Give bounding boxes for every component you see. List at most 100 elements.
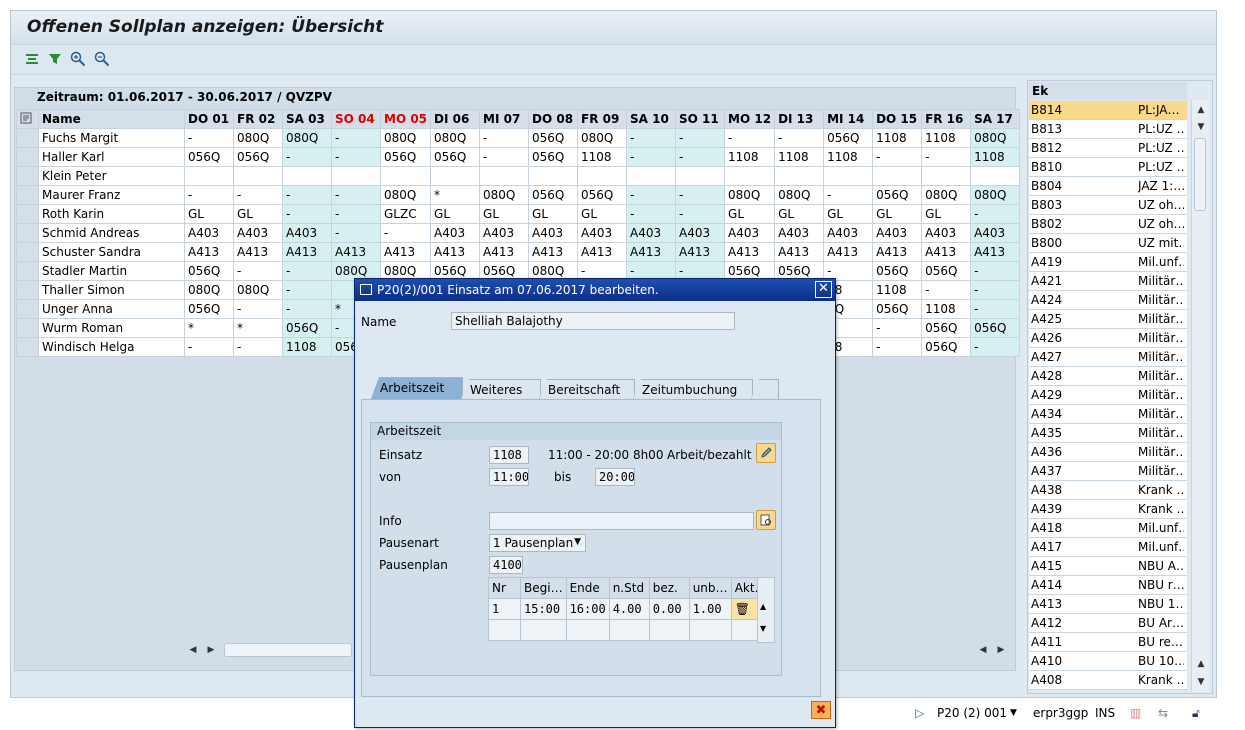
schedule-cell[interactable]: 056Q xyxy=(823,128,874,148)
pause-cell[interactable] xyxy=(648,619,690,641)
pause-column-header[interactable]: Nr xyxy=(488,577,521,599)
schedule-cell[interactable]: GL xyxy=(823,204,874,224)
schedule-cell[interactable]: 080Q xyxy=(774,185,825,205)
schedule-cell[interactable]: 056Q xyxy=(872,185,923,205)
employee-name[interactable]: Roth Karin xyxy=(38,204,185,224)
schedule-cell[interactable]: A413 xyxy=(921,242,972,262)
schedule-cell[interactable]: - xyxy=(282,299,332,319)
schedule-cell[interactable] xyxy=(479,166,530,186)
pause-cell[interactable]: 1 xyxy=(488,598,521,620)
schedule-cell[interactable]: 1108 xyxy=(823,147,874,167)
schedule-cell[interactable]: - xyxy=(626,147,677,167)
schedule-cell[interactable]: A413 xyxy=(626,242,677,262)
schedule-cell[interactable]: * xyxy=(430,185,481,205)
employee-name[interactable]: Schuster Sandra xyxy=(38,242,185,262)
cancel-button[interactable]: ✖ xyxy=(811,701,831,719)
employee-name[interactable]: Stadler Martin xyxy=(38,261,185,281)
schedule-cell[interactable]: 056Q xyxy=(528,185,579,205)
schedule-cell[interactable]: 1108 xyxy=(282,337,332,357)
name-field[interactable]: Shelliah Balajothy xyxy=(451,312,735,330)
schedule-cell[interactable]: - xyxy=(970,261,1021,281)
employee-name[interactable]: Thaller Simon xyxy=(38,280,185,300)
schedule-cell[interactable]: 056Q xyxy=(921,261,972,281)
tab-weiteres[interactable]: Weiteres xyxy=(461,379,541,399)
scroll-up-icon[interactable]: ▲ xyxy=(1194,103,1208,117)
pause-column-header[interactable]: unb… xyxy=(688,577,732,599)
horizontal-scroll-thumb[interactable] xyxy=(224,643,352,657)
schedule-cell[interactable]: - xyxy=(282,280,332,300)
schedule-cell[interactable]: 056Q xyxy=(577,185,628,205)
pause-column-header[interactable]: n.Std xyxy=(608,577,650,599)
schedule-cell[interactable]: - xyxy=(233,185,283,205)
schedule-cell[interactable]: A403 xyxy=(528,223,579,243)
schedule-cell[interactable]: 056Q xyxy=(528,147,579,167)
schedule-cell[interactable]: A403 xyxy=(233,223,283,243)
session-info[interactable]: P20 (2) 001 xyxy=(937,706,1007,720)
schedule-cell[interactable]: - xyxy=(626,204,677,224)
table-row[interactable]: Klein Peter xyxy=(16,166,1021,186)
schedule-cell[interactable]: 056Q xyxy=(921,318,972,338)
schedule-cell[interactable]: 056Q xyxy=(528,128,579,148)
schedule-cell[interactable]: 080Q xyxy=(970,128,1021,148)
schedule-cell[interactable]: 080Q xyxy=(430,128,481,148)
schedule-cell[interactable] xyxy=(724,166,776,186)
chart-icon[interactable]: ▥ xyxy=(1130,706,1141,720)
schedule-cell[interactable]: A403 xyxy=(724,223,776,243)
pausenart-select[interactable]: 1 Pausenplan ▼ xyxy=(489,534,586,552)
schedule-cell[interactable]: 056Q xyxy=(184,299,234,319)
row-selector[interactable] xyxy=(16,147,39,167)
schedule-cell[interactable]: 1108 xyxy=(724,147,776,167)
schedule-cell[interactable]: GL xyxy=(528,204,579,224)
scroll-right-icon[interactable]: ▶ xyxy=(204,643,218,657)
schedule-cell[interactable]: A413 xyxy=(331,242,381,262)
scroll-left-icon[interactable]: ◀ xyxy=(976,643,990,657)
schedule-cell[interactable] xyxy=(430,166,481,186)
schedule-cell[interactable]: * xyxy=(233,318,283,338)
row-selector[interactable] xyxy=(16,299,39,319)
schedule-cell[interactable] xyxy=(774,166,825,186)
scroll-down-icon[interactable]: ▼ xyxy=(1194,120,1208,134)
schedule-cell[interactable]: A413 xyxy=(282,242,332,262)
list-item[interactable]: A412 BU Ar… xyxy=(1029,614,1187,633)
day-column-header[interactable]: MO 05 xyxy=(379,109,432,129)
pause-cell[interactable] xyxy=(565,619,610,641)
scroll-right-icon[interactable]: ▶ xyxy=(994,643,1008,657)
schedule-cell[interactable]: - xyxy=(479,147,530,167)
row-selector[interactable] xyxy=(16,337,39,357)
schedule-cell[interactable]: A403 xyxy=(479,223,530,243)
scroll-left-icon[interactable]: ◀ xyxy=(186,643,200,657)
schedule-cell[interactable]: A403 xyxy=(823,223,874,243)
schedule-cell[interactable] xyxy=(282,166,332,186)
day-column-header[interactable]: FR 02 xyxy=(233,109,283,129)
employee-name[interactable]: Haller Karl xyxy=(38,147,185,167)
day-column-header[interactable]: MI 14 xyxy=(823,109,874,129)
day-column-header[interactable]: DO 01 xyxy=(184,109,234,129)
schedule-cell[interactable] xyxy=(577,166,628,186)
schedule-cell[interactable]: GL xyxy=(724,204,776,224)
schedule-cell[interactable]: A413 xyxy=(823,242,874,262)
schedule-cell[interactable]: 1108 xyxy=(774,147,825,167)
schedule-cell[interactable]: 1108 xyxy=(577,147,628,167)
von-field[interactable]: 11:00 xyxy=(489,468,529,486)
schedule-cell[interactable] xyxy=(675,166,726,186)
schedule-cell[interactable] xyxy=(528,166,579,186)
row-selector[interactable] xyxy=(16,166,39,186)
table-row[interactable]: Haller Karl 056Q 056Q - -056Q 056Q -056Q 1108- -… xyxy=(16,147,1021,167)
schedule-cell[interactable]: - xyxy=(872,318,923,338)
zoom-out-icon[interactable] xyxy=(93,50,111,68)
schedule-cell[interactable]: A403 xyxy=(921,223,972,243)
schedule-cell[interactable]: 056Q xyxy=(970,318,1021,338)
row-selector[interactable] xyxy=(16,204,39,224)
row-selector[interactable] xyxy=(16,223,39,243)
schedule-cell[interactable]: 080Q xyxy=(577,128,628,148)
list-item[interactable]: A427 Militär… xyxy=(1029,348,1187,367)
schedule-cell[interactable]: GL xyxy=(577,204,628,224)
schedule-cell[interactable]: 056Q xyxy=(430,147,481,167)
pause-cell[interactable] xyxy=(608,619,650,641)
schedule-cell[interactable]: - xyxy=(479,128,530,148)
close-icon[interactable]: ✕ xyxy=(815,281,832,298)
scroll-up-icon[interactable]: ▲ xyxy=(1194,657,1208,671)
schedule-cell[interactable] xyxy=(331,166,381,186)
schedule-cell[interactable]: - xyxy=(282,261,332,281)
schedule-cell[interactable]: - xyxy=(970,299,1021,319)
